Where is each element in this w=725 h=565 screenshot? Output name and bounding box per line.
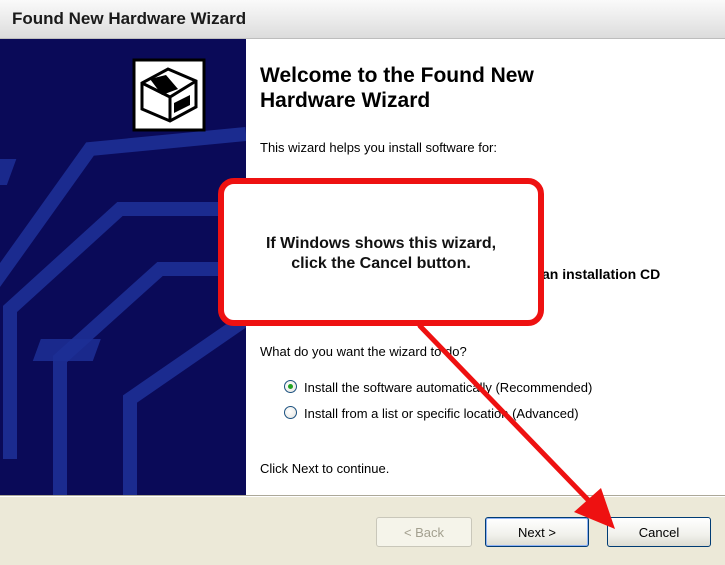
radio-from-list[interactable]: [284, 406, 297, 419]
continue-hint: Click Next to continue.: [260, 461, 390, 476]
back-button[interactable]: < Back: [376, 517, 472, 547]
device-install-cd-text: an installation CD: [542, 266, 661, 282]
callout-line-1: If Windows shows this wizard,: [265, 235, 497, 252]
window-title: Found New Hardware Wizard: [12, 9, 247, 28]
wizard-heading: Welcome to the Found New Hardware Wizard: [260, 63, 700, 113]
next-button[interactable]: Next >: [485, 517, 589, 547]
title-bar[interactable]: Found New Hardware Wizard: [0, 0, 725, 39]
wizard-side-panel: [0, 39, 246, 495]
heading-line-1: Welcome to the Found New: [260, 64, 534, 87]
question-text: What do you want the wizard to do?: [260, 344, 467, 359]
intro-text: This wizard helps you install software f…: [260, 140, 497, 155]
radio-automatic[interactable]: [284, 380, 297, 393]
wizard-window: Found New Hardware Wizard Welcome to the…: [0, 0, 725, 565]
cancel-button[interactable]: Cancel: [607, 517, 711, 547]
footer-divider: [0, 495, 725, 497]
hardware-box-icon: [132, 58, 206, 132]
heading-line-2: Hardware Wizard: [260, 89, 431, 112]
option-label-from-list: Install from a list or specific location…: [304, 406, 579, 421]
instruction-callout: If Windows shows this wizard, click the …: [218, 178, 544, 326]
callout-line-2: click the Cancel button.: [291, 255, 471, 272]
side-panel-art: [0, 39, 246, 495]
callout-text: If Windows shows this wizard, click the …: [232, 234, 530, 274]
option-label-automatic: Install the software automatically (Reco…: [304, 380, 593, 395]
